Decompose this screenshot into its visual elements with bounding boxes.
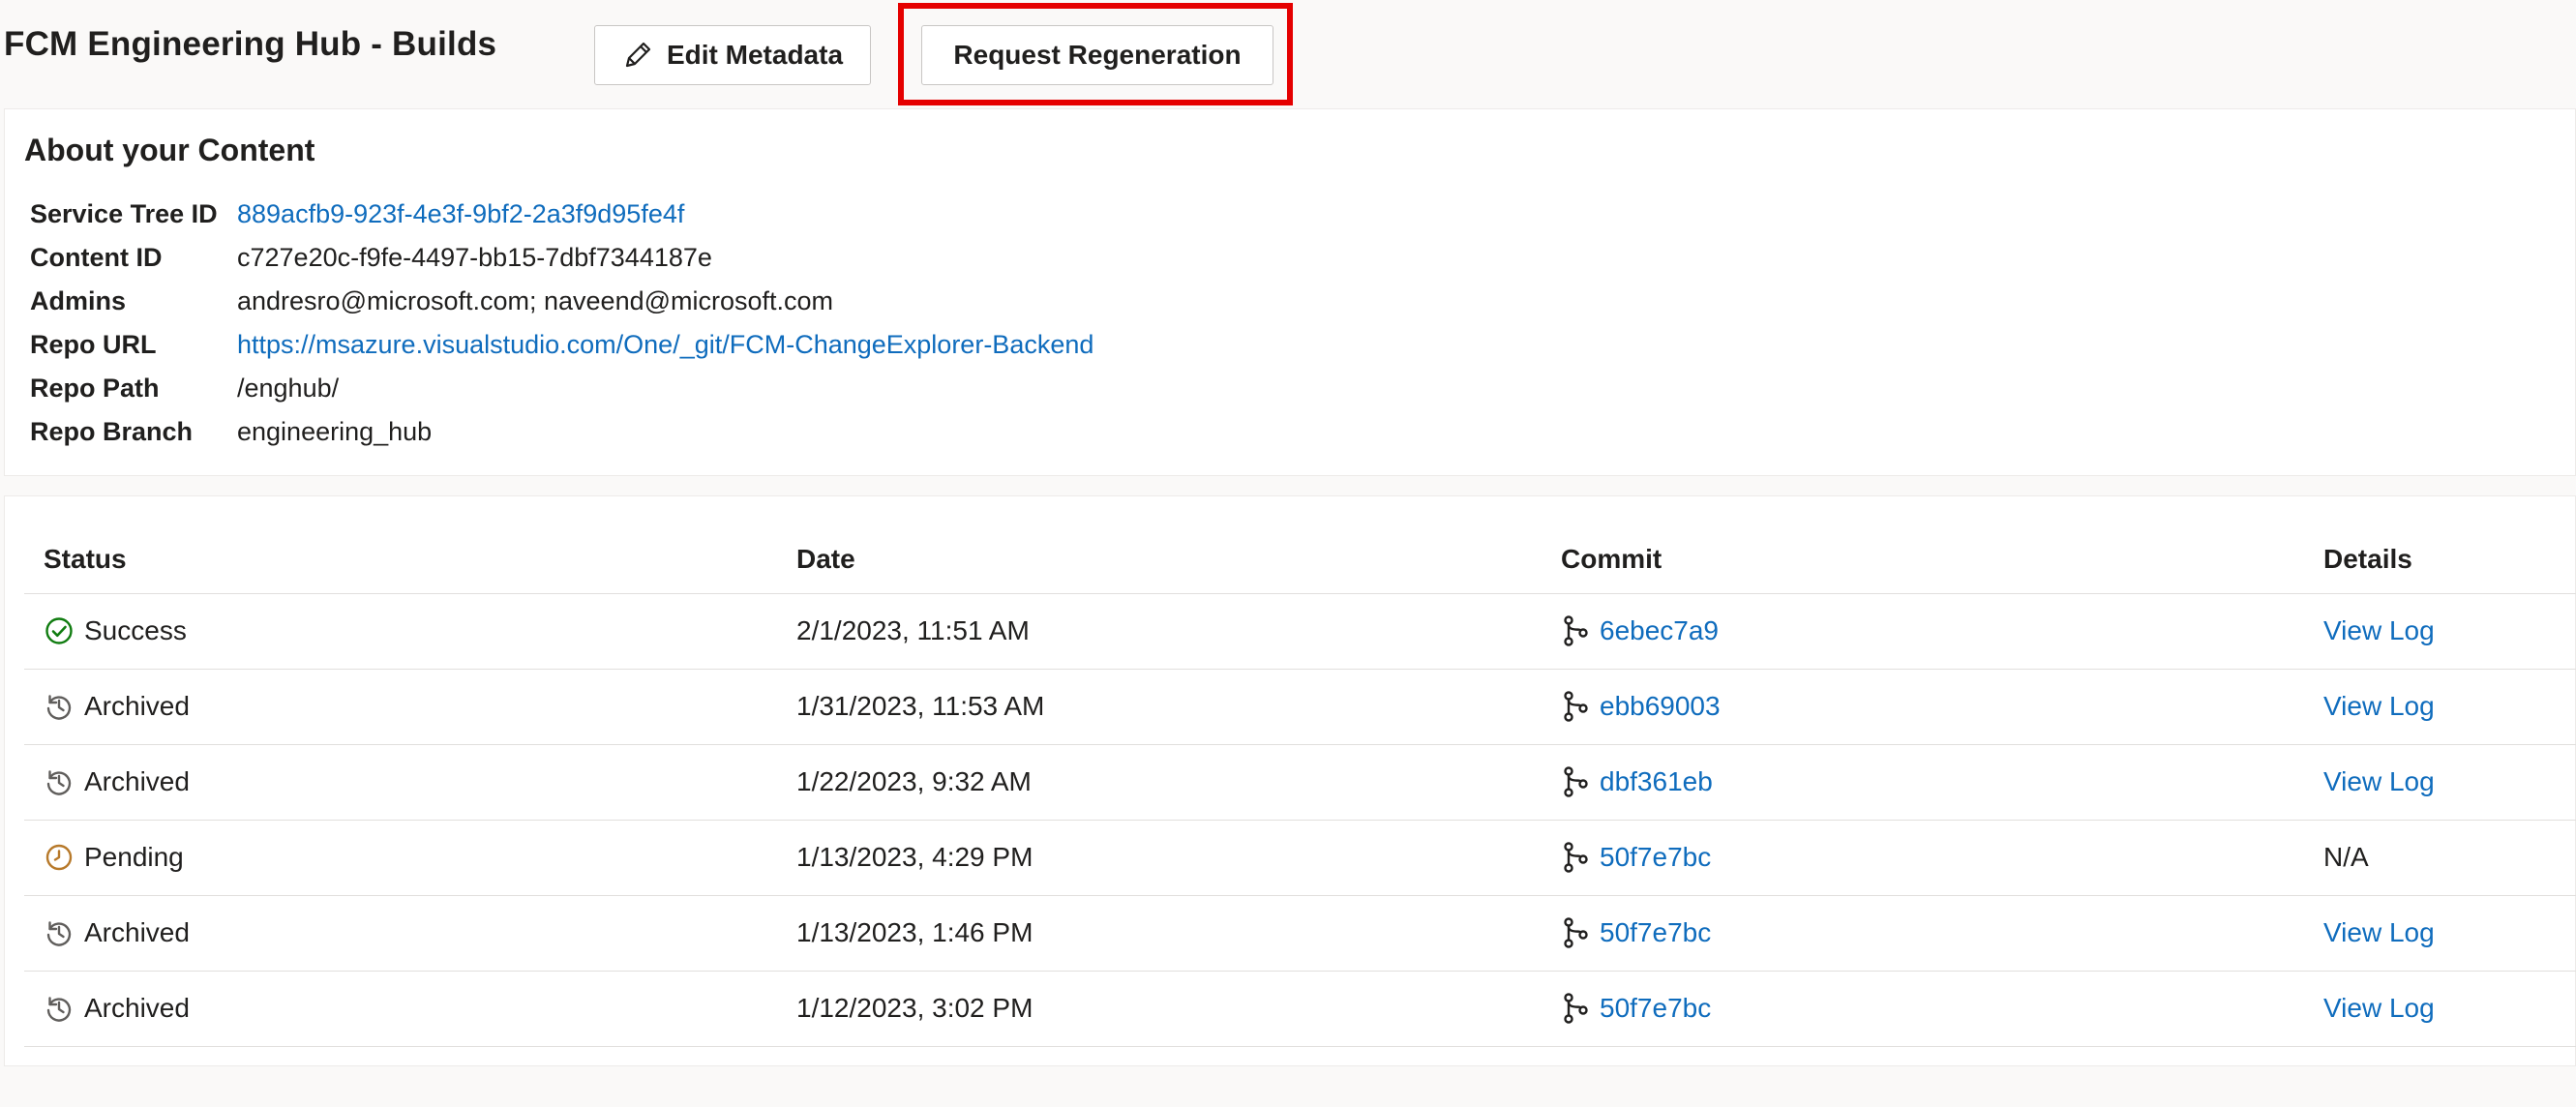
view-log-link[interactable]: View Log: [2323, 691, 2435, 722]
commit-link[interactable]: dbf361eb: [1600, 766, 1713, 797]
table-row: Archived 1/12/2023, 3:02 PM 50f7e7bc View L…: [24, 971, 2576, 1047]
details-na-text: N/A: [2323, 842, 2369, 872]
status-text: Archived: [84, 766, 190, 796]
table-header-row: Status Date Commit Details: [24, 525, 2576, 594]
details-cell: View Log: [2323, 971, 2435, 1046]
field-label: Repo Branch: [30, 417, 194, 446]
view-log-link[interactable]: View Log: [2323, 993, 2435, 1024]
status-cell: Archived: [44, 669, 190, 744]
about-title: About your Content: [24, 133, 315, 167]
page-header: FCM Engineering Hub - Builds Edit Metada…: [0, 0, 2576, 108]
field-label: Service Tree ID: [30, 199, 218, 228]
date-cell: 1/31/2023, 11:53 AM: [796, 691, 1045, 721]
status-text: Archived: [84, 691, 190, 721]
commit-link[interactable]: 50f7e7bc: [1600, 993, 1711, 1024]
table-row: Pending 1/13/2023, 4:29 PM 50f7e7bc N/A: [24, 820, 2576, 896]
commit-icon: [1561, 992, 1590, 1025]
field-label: Content ID: [30, 243, 163, 272]
field-label: Repo URL: [30, 330, 157, 359]
field-admins: Admins andresro@microsoft.com; naveend@m…: [30, 280, 833, 323]
edit-metadata-label: Edit Metadata: [666, 40, 844, 70]
view-log-link[interactable]: View Log: [2323, 917, 2435, 948]
commit-cell: 50f7e7bc: [1561, 971, 1711, 1046]
table-row: Archived 1/13/2023, 1:46 PM 50f7e7bc View L…: [24, 895, 2576, 972]
commit-link[interactable]: 50f7e7bc: [1600, 917, 1711, 948]
highlight-box: [898, 3, 1293, 105]
field-repo-path: Repo Path /enghub/: [30, 367, 339, 410]
commit-cell: 50f7e7bc: [1561, 820, 1711, 895]
page-title: FCM Engineering Hub - Builds: [4, 25, 497, 63]
status-cell: Archived: [44, 744, 190, 820]
details-cell: View Log: [2323, 895, 2435, 971]
field-service-tree-id: Service Tree ID 889acfb9-923f-4e3f-9bf2-…: [30, 193, 684, 236]
commit-icon: [1561, 614, 1590, 647]
details-cell: N/A: [2323, 820, 2369, 895]
about-content-card: About your Content Service Tree ID 889ac…: [4, 108, 2576, 476]
content-id-value: c727e20c-f9fe-4497-bb15-7dbf7344187e: [237, 243, 712, 272]
commit-cell: dbf361eb: [1561, 744, 1713, 820]
column-header-date: Date: [796, 544, 855, 574]
field-repo-url: Repo URL https://msazure.visualstudio.co…: [30, 323, 1093, 367]
date-cell: 1/13/2023, 4:29 PM: [796, 842, 1033, 872]
commit-link[interactable]: ebb69003: [1600, 691, 1721, 722]
table-row: Success 2/1/2023, 11:51 AM 6ebec7a9 View Lo…: [24, 593, 2576, 670]
date-cell: 1/13/2023, 1:46 PM: [796, 917, 1033, 947]
date-cell: 2/1/2023, 11:51 AM: [796, 615, 1030, 645]
table-row: Archived 1/31/2023, 11:53 AM ebb69003 View …: [24, 669, 2576, 745]
history-icon: [44, 993, 75, 1024]
commit-icon: [1561, 765, 1590, 798]
field-label: Repo Path: [30, 374, 160, 403]
details-cell: View Log: [2323, 593, 2435, 669]
view-log-link[interactable]: View Log: [2323, 615, 2435, 646]
edit-metadata-button[interactable]: Edit Metadata: [594, 25, 871, 85]
commit-cell: 50f7e7bc: [1561, 895, 1711, 971]
repo-url-link[interactable]: https://msazure.visualstudio.com/One/_gi…: [237, 330, 1093, 360]
commit-cell: ebb69003: [1561, 669, 1721, 744]
status-text: Archived: [84, 993, 190, 1023]
history-icon: [44, 766, 75, 797]
view-log-link[interactable]: View Log: [2323, 766, 2435, 797]
pencil-icon: [622, 40, 653, 71]
status-cell: Archived: [44, 971, 190, 1046]
column-header-details: Details: [2323, 544, 2412, 574]
commit-link[interactable]: 6ebec7a9: [1600, 615, 1719, 646]
commit-link[interactable]: 50f7e7bc: [1600, 842, 1711, 873]
service-tree-id-link[interactable]: 889acfb9-923f-4e3f-9bf2-2a3f9d95fe4f: [237, 199, 684, 229]
repo-path-value: /enghub/: [237, 374, 340, 403]
commit-icon: [1561, 916, 1590, 949]
field-repo-branch: Repo Branch engineering_hub: [30, 410, 432, 454]
status-text: Archived: [84, 917, 190, 947]
status-cell: Archived: [44, 895, 190, 971]
column-header-commit: Commit: [1561, 544, 1662, 574]
status-cell: Success: [44, 593, 187, 669]
builds-card: Status Date Commit Details Success 2/1/20…: [4, 495, 2576, 1066]
status-cell: Pending: [44, 820, 184, 895]
date-cell: 1/22/2023, 9:32 AM: [796, 766, 1032, 796]
column-header-status: Status: [44, 544, 127, 574]
date-cell: 1/12/2023, 3:02 PM: [796, 993, 1033, 1023]
details-cell: View Log: [2323, 744, 2435, 820]
commit-icon: [1561, 841, 1590, 874]
repo-branch-value: engineering_hub: [237, 417, 433, 446]
commit-icon: [1561, 690, 1590, 723]
check-circle-icon: [44, 615, 75, 646]
field-label: Admins: [30, 286, 127, 315]
admins-value: andresro@microsoft.com; naveend@microsof…: [237, 286, 834, 315]
commit-cell: 6ebec7a9: [1561, 593, 1719, 669]
clock-icon: [44, 842, 75, 873]
history-icon: [44, 917, 75, 948]
status-text: Success: [84, 615, 187, 645]
details-cell: View Log: [2323, 669, 2435, 744]
field-content-id: Content ID c727e20c-f9fe-4497-bb15-7dbf7…: [30, 236, 712, 280]
table-row: Archived 1/22/2023, 9:32 AM dbf361eb View L…: [24, 744, 2576, 821]
history-icon: [44, 691, 75, 722]
status-text: Pending: [84, 842, 184, 872]
